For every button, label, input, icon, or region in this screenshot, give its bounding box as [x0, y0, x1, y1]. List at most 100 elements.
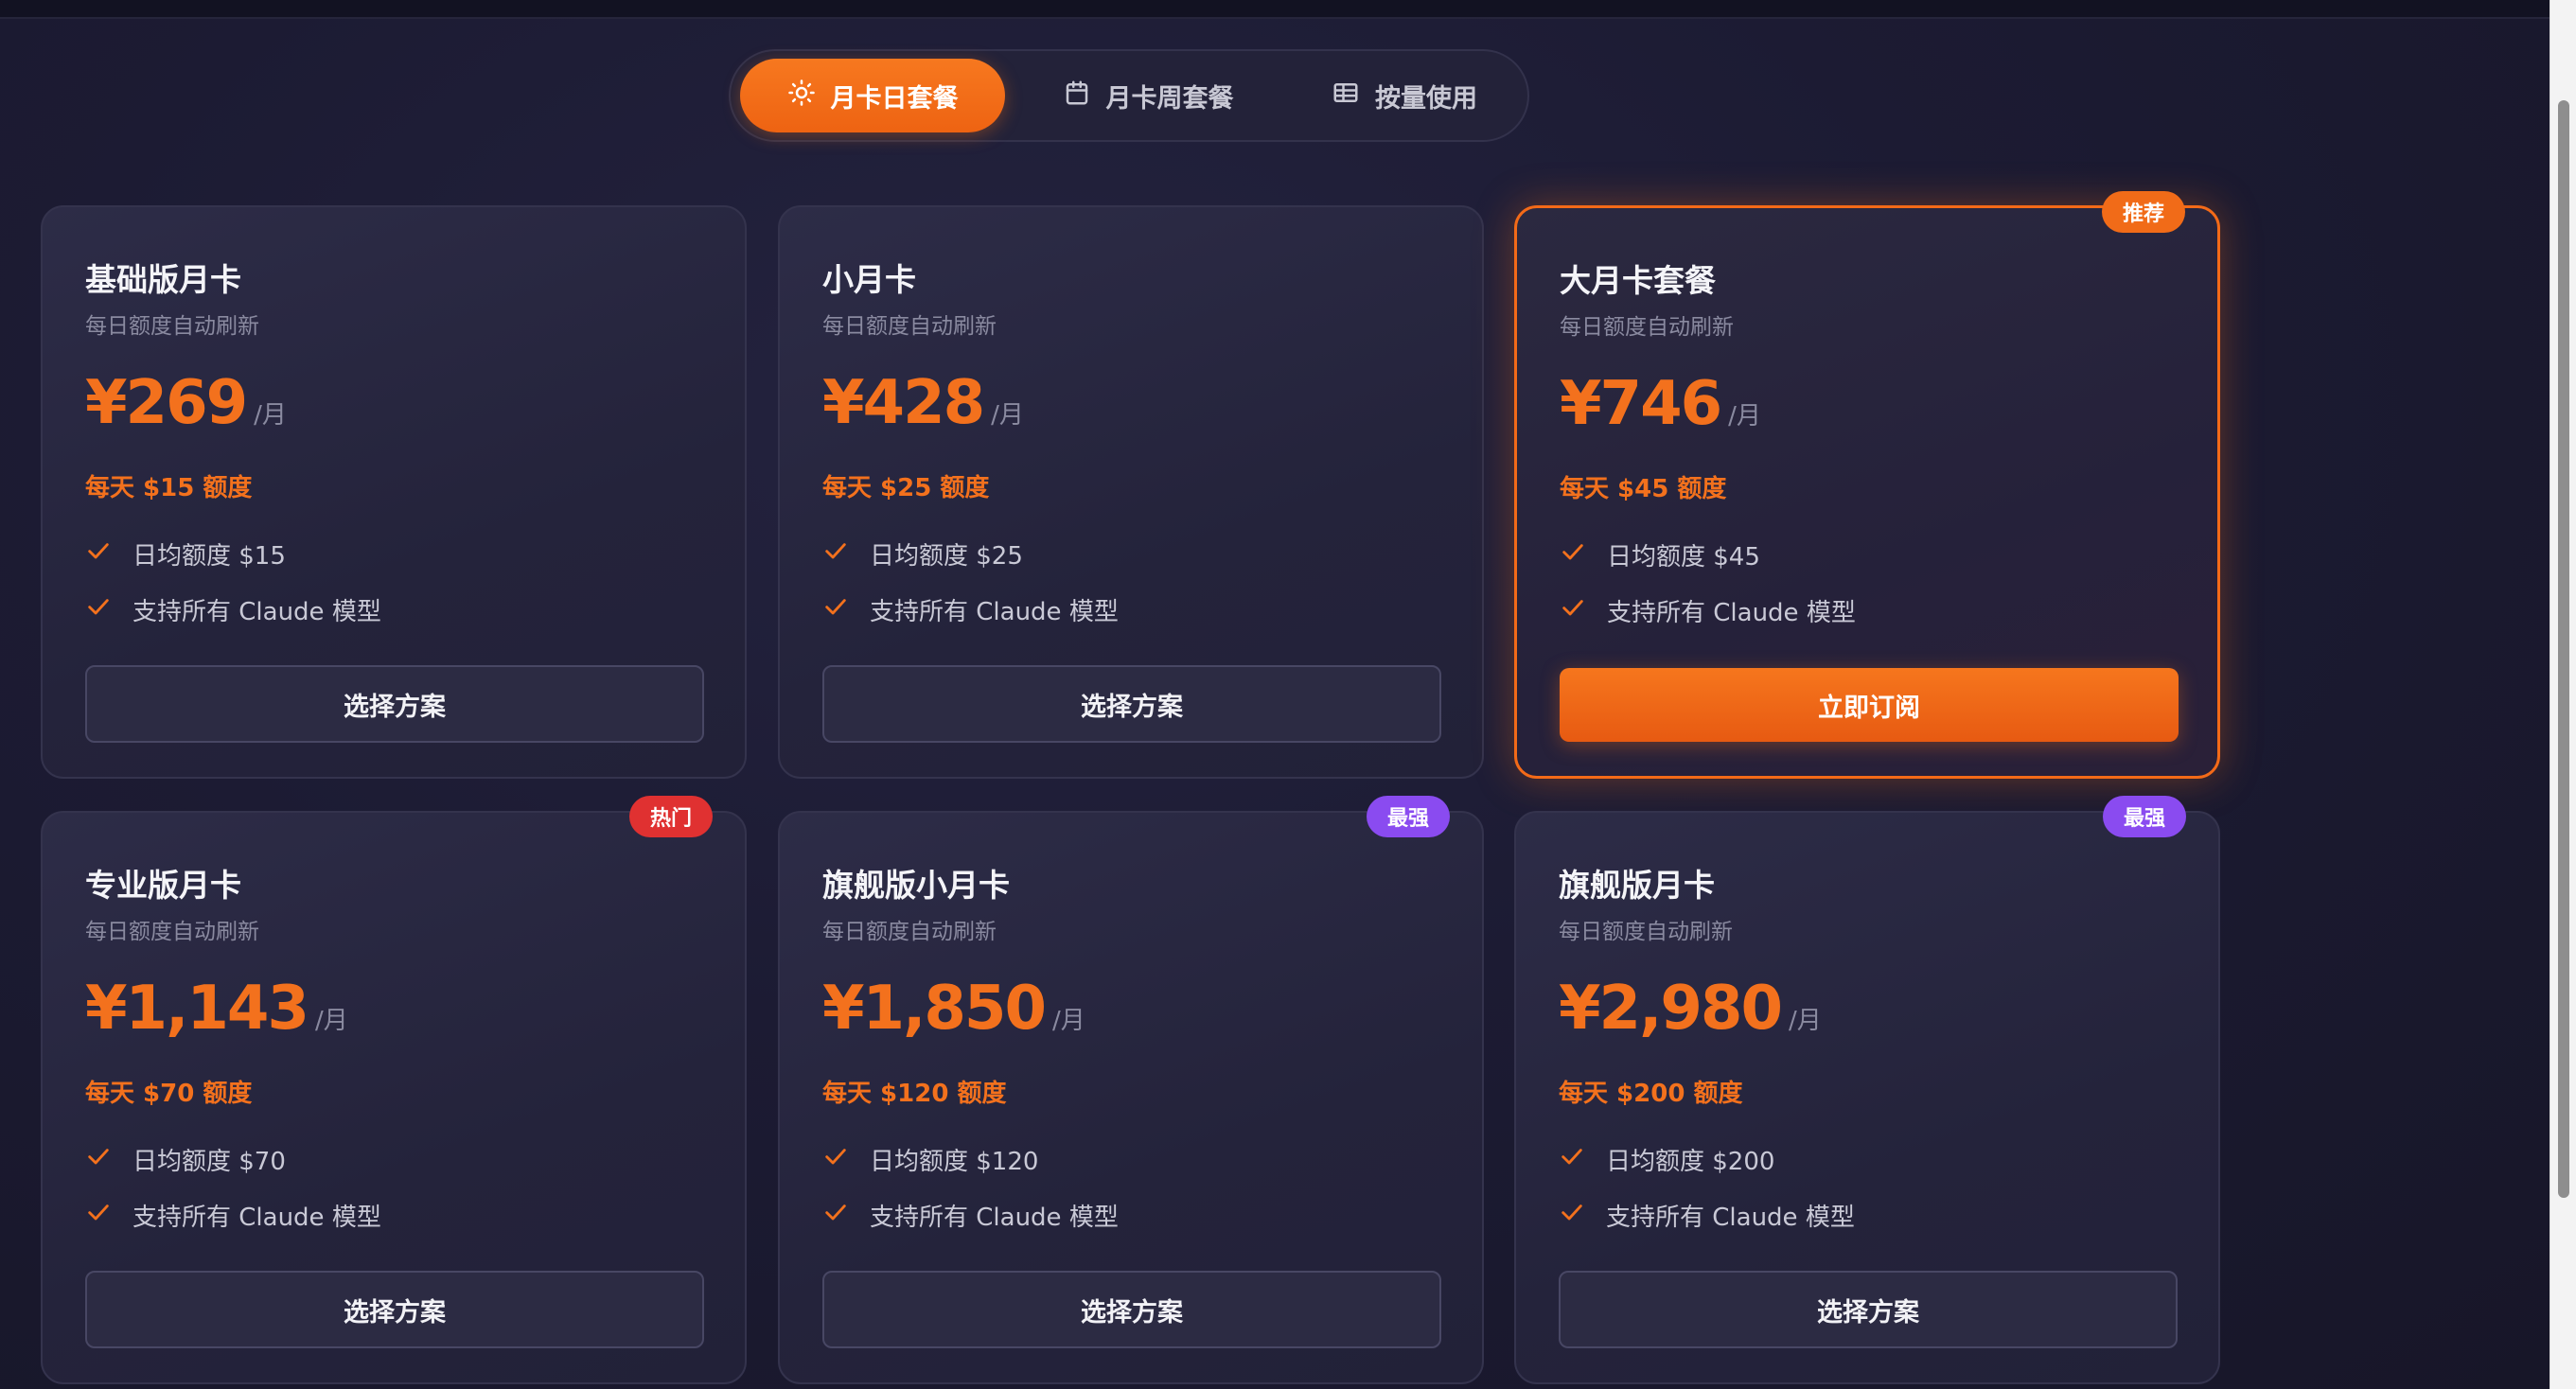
- feature-item: 支持所有 Claude 模型: [822, 1198, 1119, 1233]
- check-icon: [1560, 594, 1586, 627]
- tab-pay-as-you-go[interactable]: 按量使用: [1289, 59, 1520, 132]
- plan-card-pro: 热门 专业版月卡 每日额度自动刷新 ¥1,143 /月 每天 $70 额度 日均…: [41, 796, 747, 1384]
- feature-text: 日均额度 $200: [1606, 1148, 1775, 1176]
- plan-period: /月: [991, 401, 1024, 430]
- feature-item: 日均额度 $200: [1559, 1142, 1774, 1177]
- vertical-scrollbar[interactable]: [2550, 0, 2576, 1389]
- plan-title: 大月卡套餐: [1560, 262, 1716, 299]
- plan-subtitle: 每日额度自动刷新: [1559, 920, 1733, 944]
- tab-label: 按量使用: [1375, 83, 1477, 114]
- feature-item: 支持所有 Claude 模型: [822, 592, 1119, 627]
- price-row: ¥269 /月: [85, 368, 287, 438]
- price-row: ¥746 /月: [1560, 369, 1761, 439]
- select-plan-button[interactable]: 选择方案: [85, 1271, 704, 1348]
- sun-icon: [787, 79, 816, 114]
- feature-text: 支持所有 Claude 模型: [870, 598, 1119, 626]
- tab-monthly-daily[interactable]: 月卡日套餐: [740, 59, 1005, 132]
- tab-label: 月卡日套餐: [830, 83, 959, 114]
- plan-period: /月: [1728, 402, 1761, 431]
- check-icon: [1559, 1199, 1585, 1232]
- feature-text: 日均额度 $15: [132, 542, 286, 571]
- price-row: ¥1,143 /月: [85, 974, 348, 1044]
- plan-subtitle: 每日额度自动刷新: [85, 920, 259, 944]
- feature-item: 支持所有 Claude 模型: [1559, 1198, 1855, 1233]
- plan-card-flagship: 最强 旗舰版月卡 每日额度自动刷新 ¥2,980 /月 每天 $200 额度 日…: [1514, 796, 2220, 1384]
- feature-item: 日均额度 $45: [1560, 537, 1760, 572]
- plan-price: ¥1,850: [822, 974, 1047, 1044]
- feature-item: 支持所有 Claude 模型: [85, 592, 381, 627]
- feature-text: 日均额度 $25: [870, 542, 1023, 571]
- plan-price: ¥428: [822, 368, 985, 438]
- check-icon: [1559, 1143, 1585, 1176]
- feature-text: 日均额度 $70: [132, 1148, 286, 1176]
- plan-period: /月: [1051, 1007, 1085, 1035]
- plan-quota: 每天 $200 额度: [1559, 1080, 1743, 1108]
- feature-item: 支持所有 Claude 模型: [85, 1198, 381, 1233]
- check-icon: [85, 1199, 112, 1232]
- feature-text: 支持所有 Claude 模型: [1606, 1204, 1855, 1232]
- plan-price: ¥2,980: [1559, 974, 1783, 1044]
- feature-item: 日均额度 $25: [822, 536, 1023, 571]
- plan-title: 旗舰版小月卡: [822, 867, 1010, 904]
- plan-quota: 每天 $45 额度: [1560, 475, 1727, 503]
- check-icon: [85, 1143, 112, 1176]
- price-row: ¥428 /月: [822, 368, 1024, 438]
- hot-badge: 热门: [628, 796, 713, 837]
- feature-text: 日均额度 $120: [870, 1148, 1039, 1176]
- check-icon: [1560, 538, 1586, 571]
- plan-card-small: 小月卡 每日额度自动刷新 ¥428 /月 每天 $25 额度 日均额度 $25 …: [778, 205, 1484, 779]
- plan-price: ¥269: [85, 368, 248, 438]
- plan-subtitle: 每日额度自动刷新: [85, 314, 259, 339]
- select-plan-button[interactable]: 选择方案: [1559, 1271, 2178, 1348]
- strongest-badge: 最强: [2102, 796, 2186, 837]
- subscribe-now-button[interactable]: 立即订阅: [1560, 668, 2179, 742]
- plan-subtitle: 每日额度自动刷新: [822, 314, 997, 339]
- select-plan-button[interactable]: 选择方案: [822, 1271, 1441, 1348]
- select-plan-button[interactable]: 选择方案: [822, 665, 1441, 743]
- feature-text: 日均额度 $45: [1607, 543, 1760, 571]
- plan-price: ¥746: [1560, 369, 1722, 439]
- plan-quota: 每天 $120 额度: [822, 1080, 1007, 1108]
- plan-title: 基础版月卡: [85, 261, 241, 298]
- check-icon: [822, 593, 849, 626]
- plan-subtitle: 每日额度自动刷新: [1560, 315, 1734, 340]
- price-row: ¥1,850 /月: [822, 974, 1085, 1044]
- recommended-badge: 推荐: [2101, 191, 2185, 233]
- table-icon: [1332, 79, 1360, 114]
- plan-quota: 每天 $15 额度: [85, 474, 253, 502]
- feature-item: 日均额度 $120: [822, 1142, 1038, 1177]
- plan-period: /月: [254, 401, 287, 430]
- tab-monthly-weekly[interactable]: 月卡周套餐: [1016, 59, 1279, 132]
- check-icon: [85, 593, 112, 626]
- plan-price: ¥1,143: [85, 974, 309, 1044]
- feature-text: 支持所有 Claude 模型: [132, 1204, 381, 1232]
- scrollbar-thumb[interactable]: [2558, 100, 2569, 1198]
- plan-period: /月: [314, 1007, 348, 1035]
- plan-card-flagship-small: 最强 旗舰版小月卡 每日额度自动刷新 ¥1,850 /月 每天 $120 额度 …: [778, 796, 1484, 1384]
- plan-card-large: 推荐 大月卡套餐 每日额度自动刷新 ¥746 /月 每天 $45 额度 日均额度…: [1514, 191, 2220, 779]
- plan-period: /月: [1788, 1007, 1822, 1035]
- plan-type-tabs: 月卡日套餐 月卡周套餐 按量使用: [729, 49, 1529, 142]
- price-row: ¥2,980 /月: [1559, 974, 1822, 1044]
- check-icon: [85, 537, 112, 571]
- feature-item: 日均额度 $15: [85, 536, 286, 571]
- check-icon: [822, 1143, 849, 1176]
- top-bar: [0, 0, 2550, 19]
- check-icon: [822, 537, 849, 571]
- feature-text: 支持所有 Claude 模型: [870, 1204, 1119, 1232]
- plan-quota: 每天 $25 额度: [822, 474, 990, 502]
- plan-quota: 每天 $70 额度: [85, 1080, 253, 1108]
- plan-title: 小月卡: [822, 261, 916, 298]
- select-plan-button[interactable]: 选择方案: [85, 665, 704, 743]
- plan-subtitle: 每日额度自动刷新: [822, 920, 997, 944]
- strongest-badge: 最强: [1366, 796, 1450, 837]
- feature-text: 支持所有 Claude 模型: [132, 598, 381, 626]
- plan-card-basic: 基础版月卡 每日额度自动刷新 ¥269 /月 每天 $15 额度 日均额度 $1…: [41, 205, 747, 779]
- plan-title: 专业版月卡: [85, 867, 241, 904]
- feature-text: 支持所有 Claude 模型: [1607, 599, 1856, 627]
- calendar-icon: [1063, 79, 1091, 114]
- feature-item: 支持所有 Claude 模型: [1560, 593, 1856, 628]
- check-icon: [822, 1199, 849, 1232]
- feature-item: 日均额度 $70: [85, 1142, 286, 1177]
- plan-title: 旗舰版月卡: [1559, 867, 1715, 904]
